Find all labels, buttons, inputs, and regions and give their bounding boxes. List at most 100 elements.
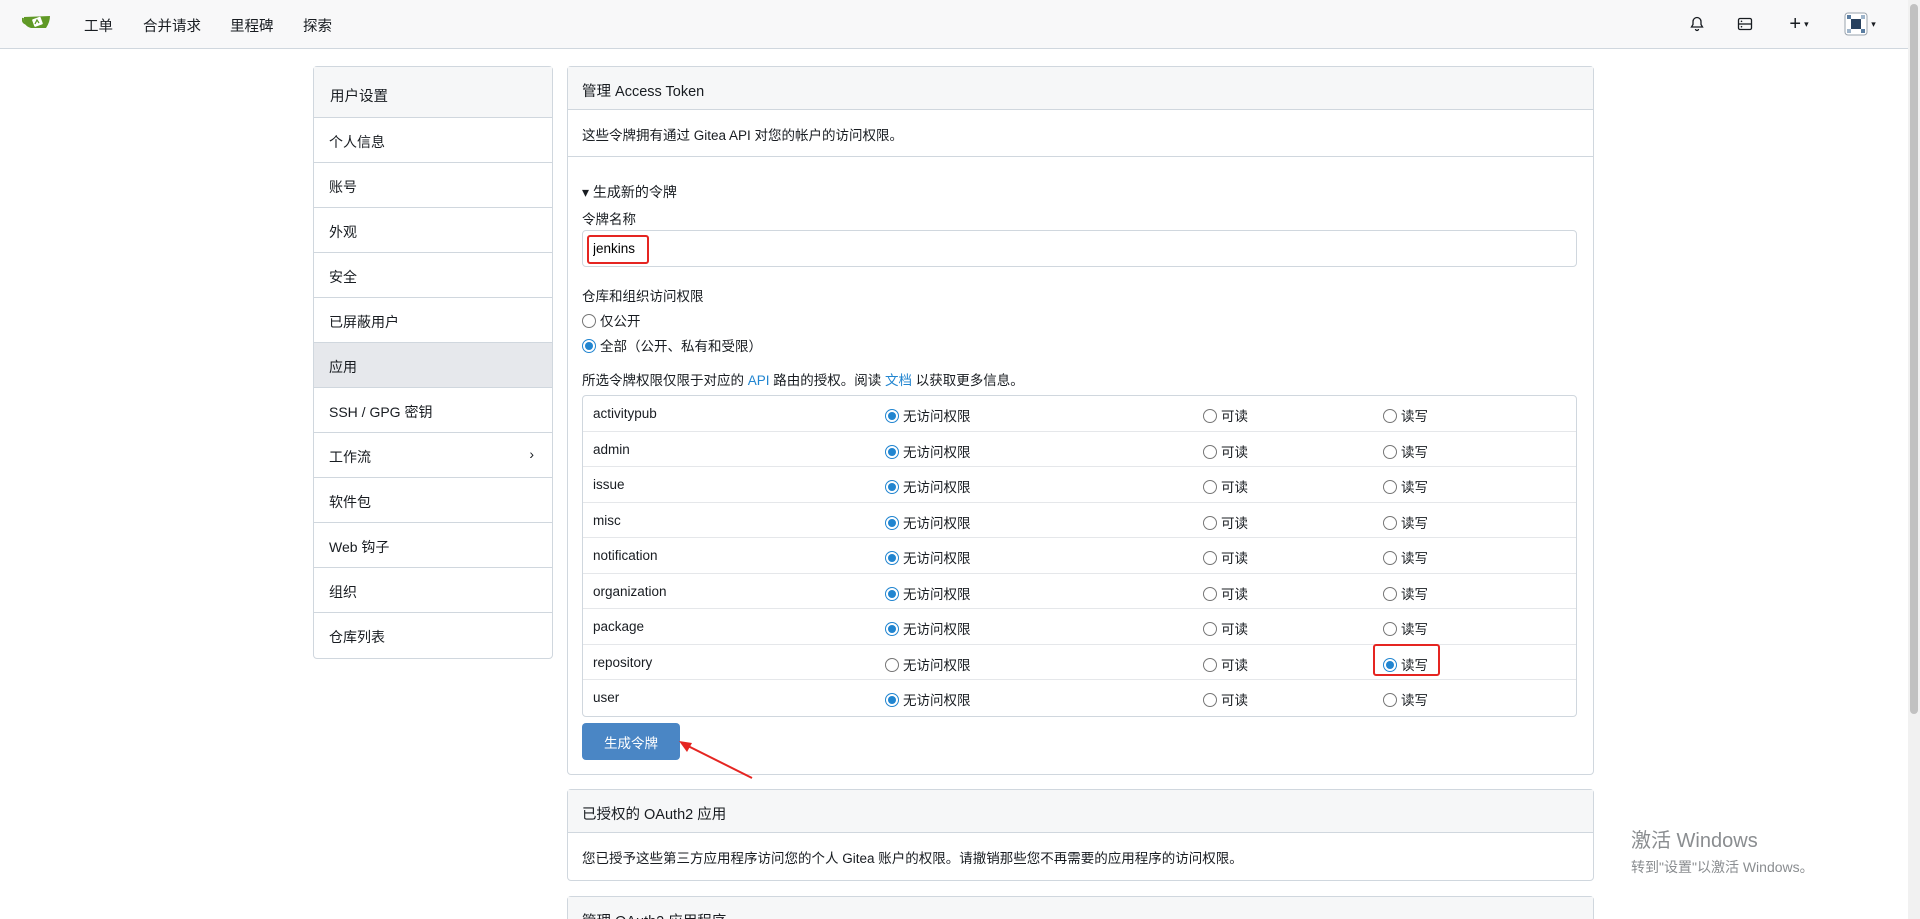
manage-oauth2-apps-panel: 管理 OAuth2 应用程序 [567, 896, 1594, 919]
panel-description: 您已授予这些第三方应用程序访问您的个人 Gitea 账户的权限。请撤销那些您不再… [582, 851, 1243, 866]
radio-icon [1383, 480, 1397, 494]
sidebar-item-actions[interactable]: 工作流 › [314, 433, 552, 478]
scrollbar-thumb[interactable] [1910, 4, 1918, 714]
scope-option-label: 无访问权限 [903, 444, 971, 460]
avatar [1844, 12, 1868, 36]
scope-option-label: 可读 [1221, 622, 1248, 637]
nav-issues[interactable]: 工单 [84, 15, 113, 36]
nav-milestones[interactable]: 里程碑 [230, 15, 274, 36]
panel-title: 管理 Access Token [568, 67, 1593, 110]
sidebar-item-ssh-gpg-keys[interactable]: SSH / GPG 密钥 [314, 388, 552, 433]
scope-option-none[interactable]: 无访问权限 [885, 689, 971, 709]
gitea-logo-icon[interactable] [22, 12, 52, 36]
sidebar-item-applications[interactable]: 应用 [314, 343, 552, 388]
scope-option-label: 可读 [1221, 551, 1248, 566]
scope-option-write[interactable]: 读写 [1383, 405, 1428, 425]
radio-icon [1203, 551, 1217, 565]
radio-checked-icon [1383, 657, 1397, 672]
scope-option-read[interactable]: 可读 [1203, 512, 1248, 532]
scope-option-none[interactable]: 无访问权限 [885, 547, 971, 567]
scope-option-write[interactable]: 读写 [1383, 583, 1428, 603]
sidebar-item-label: 安全 [329, 269, 357, 285]
scope-option-label: 可读 [1221, 444, 1248, 460]
scope-option-none[interactable]: 无访问权限 [885, 405, 971, 425]
scope-option-read[interactable]: 可读 [1203, 405, 1248, 425]
vertical-scrollbar[interactable] [1908, 0, 1920, 919]
scope-option-read[interactable]: 可读 [1203, 654, 1248, 674]
sidebar-item-blocked-users[interactable]: 已屏蔽用户 [314, 298, 552, 343]
scope-name: package [593, 619, 645, 634]
scope-option-write[interactable]: 读写 [1383, 441, 1428, 461]
scope-option-none[interactable]: 无访问权限 [885, 476, 971, 496]
scope-option-label: 可读 [1221, 480, 1248, 495]
sidebar-item-repos[interactable]: 仓库列表 [314, 613, 552, 658]
scope-option-write[interactable]: 读写 [1383, 618, 1428, 638]
scope-option-write[interactable]: 读写 [1383, 689, 1428, 709]
scope-option-read[interactable]: 可读 [1203, 476, 1248, 496]
radio-icon [885, 657, 899, 672]
generate-token-button[interactable]: 生成令牌 [582, 723, 680, 760]
scope-row-issue: issue 无访问权限 可读 读写 [583, 467, 1576, 503]
scope-option-label: 读写 [1401, 515, 1428, 531]
scope-note-text: 路由的授权。阅读 [769, 373, 886, 388]
sidebar-item-appearance[interactable]: 外观 [314, 208, 552, 253]
scope-option-none[interactable]: 无访问权限 [885, 618, 971, 638]
sidebar-title: 用户设置 [314, 67, 552, 118]
nav-pull-requests[interactable]: 合并请求 [143, 15, 201, 36]
repo-access-all[interactable]: 全部（公开、私有和受限） [582, 335, 762, 355]
nav-explore[interactable]: 探索 [303, 15, 332, 36]
radio-icon [1383, 409, 1397, 423]
scope-option-read[interactable]: 可读 [1203, 618, 1248, 638]
server-icon[interactable] [1734, 13, 1756, 35]
scope-option-write[interactable]: 读写 [1383, 512, 1428, 532]
sidebar-item-label: 个人信息 [329, 134, 385, 150]
sidebar-item-profile[interactable]: 个人信息 [314, 118, 552, 163]
scope-option-label: 可读 [1221, 409, 1248, 424]
scope-option-label: 读写 [1401, 480, 1428, 495]
docs-link[interactable]: 文档 [885, 373, 912, 388]
generate-token-toggle[interactable]: ▾ 生成新的令牌 [582, 182, 677, 202]
scope-option-none[interactable]: 无访问权限 [885, 512, 971, 532]
sidebar-item-webhooks[interactable]: Web 钩子 [314, 523, 552, 568]
sidebar-item-packages[interactable]: 软件包 [314, 478, 552, 523]
scope-option-label: 无访问权限 [903, 480, 971, 495]
scope-option-label: 无访问权限 [903, 657, 971, 673]
create-plus-icon[interactable]: + ▾ [1784, 13, 1814, 35]
sidebar-item-organizations[interactable]: 组织 [314, 568, 552, 613]
radio-icon [1383, 551, 1397, 565]
sidebar-item-account[interactable]: 账号 [314, 163, 552, 208]
scope-note-text: 所选令牌权限仅限于对应的 [582, 373, 748, 388]
sidebar-item-label: Web 钩子 [329, 539, 390, 555]
radio-checked-icon [885, 515, 899, 530]
scope-option-label: 无访问权限 [903, 622, 971, 637]
scope-option-write[interactable]: 读写 [1383, 547, 1428, 567]
authorized-oauth2-panel: 已授权的 OAuth2 应用 您已授予这些第三方应用程序访问您的个人 Gitea… [567, 789, 1594, 881]
scope-option-none[interactable]: 无访问权限 [885, 654, 971, 674]
token-name-label: 令牌名称 [582, 212, 636, 227]
scope-option-label: 无访问权限 [903, 693, 971, 708]
scope-option-label: 可读 [1221, 586, 1248, 602]
scope-row-package: package 无访问权限 可读 读写 [583, 609, 1576, 645]
scope-option-write[interactable]: 读写 [1383, 476, 1428, 496]
scope-option-read[interactable]: 可读 [1203, 583, 1248, 603]
radio-icon [1203, 586, 1217, 601]
scope-option-none[interactable]: 无访问权限 [885, 583, 971, 603]
scope-option-write[interactable]: 读写 [1383, 654, 1428, 674]
scope-option-read[interactable]: 可读 [1203, 689, 1248, 709]
scope-option-label: 读写 [1401, 551, 1428, 566]
scope-option-read[interactable]: 可读 [1203, 441, 1248, 461]
bell-icon[interactable] [1686, 13, 1708, 35]
scope-option-none[interactable]: 无访问权限 [885, 441, 971, 461]
sidebar-item-security[interactable]: 安全 [314, 253, 552, 298]
user-avatar-menu[interactable]: ▾ [1840, 12, 1880, 36]
scope-name: organization [593, 583, 667, 599]
radio-checked-icon [582, 339, 596, 353]
repo-access-public-only[interactable]: 仅公开 [582, 310, 641, 330]
scope-option-read[interactable]: 可读 [1203, 547, 1248, 567]
radio-icon [1203, 409, 1217, 423]
sidebar-item-label: 账号 [329, 179, 357, 195]
scope-row-user: user 无访问权限 可读 读写 [583, 680, 1576, 716]
api-link[interactable]: API [748, 373, 770, 388]
scope-option-label: 无访问权限 [903, 551, 971, 566]
token-name-input[interactable] [582, 230, 1577, 267]
